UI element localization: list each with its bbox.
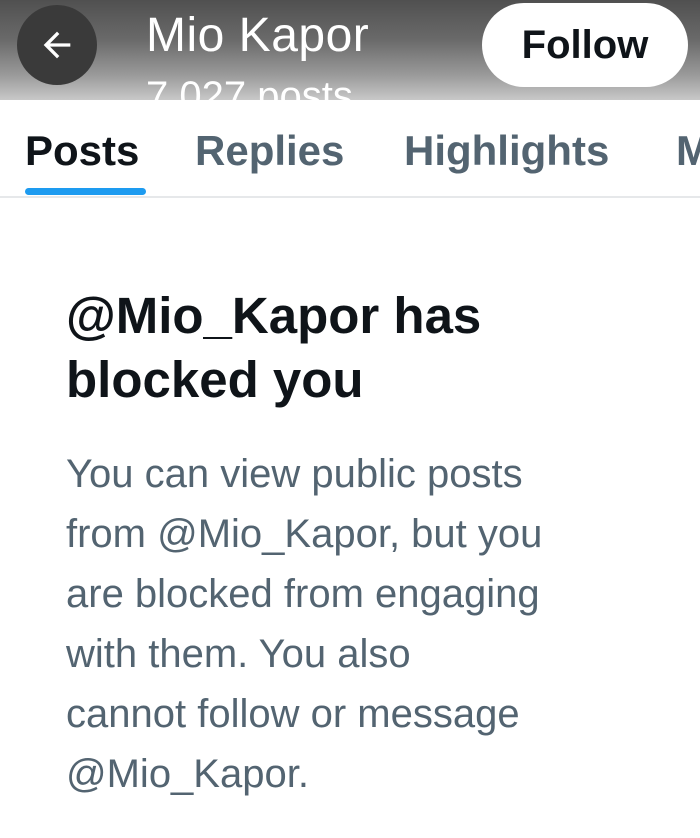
- blocked-message: You can view public posts from @Mio_Kapo…: [66, 444, 666, 804]
- profile-header: Mio Kapor 7,027 posts Follow: [0, 0, 700, 100]
- tab-highlights[interactable]: Highlights: [404, 126, 609, 176]
- back-button[interactable]: [17, 5, 97, 85]
- blocked-title-line: blocked you: [66, 351, 364, 408]
- profile-name: Mio Kapor: [146, 9, 370, 62]
- profile-tabs: Posts Replies Highlights M: [0, 100, 700, 198]
- tab-replies[interactable]: Replies: [195, 126, 344, 176]
- arrow-left-icon: [37, 25, 77, 65]
- tab-posts[interactable]: Posts: [25, 126, 139, 176]
- blocked-title-line: @Mio_Kapor has: [66, 287, 482, 344]
- follow-button[interactable]: Follow: [482, 3, 688, 87]
- active-tab-indicator: [25, 188, 146, 195]
- blocked-message-line: @Mio_Kapor.: [66, 752, 309, 796]
- blocked-title: @Mio_Kapor has blocked you: [66, 284, 646, 412]
- blocked-message-line: You can view public posts: [66, 452, 523, 496]
- blocked-message-line: cannot follow or message: [66, 692, 520, 736]
- tab-media[interactable]: M: [676, 126, 700, 176]
- blocked-message-line: with them. You also: [66, 632, 411, 676]
- blocked-message-line: are blocked from engaging: [66, 572, 540, 616]
- post-count: 7,027 posts: [146, 74, 353, 100]
- blocked-message-line: from @Mio_Kapor, but you: [66, 512, 543, 556]
